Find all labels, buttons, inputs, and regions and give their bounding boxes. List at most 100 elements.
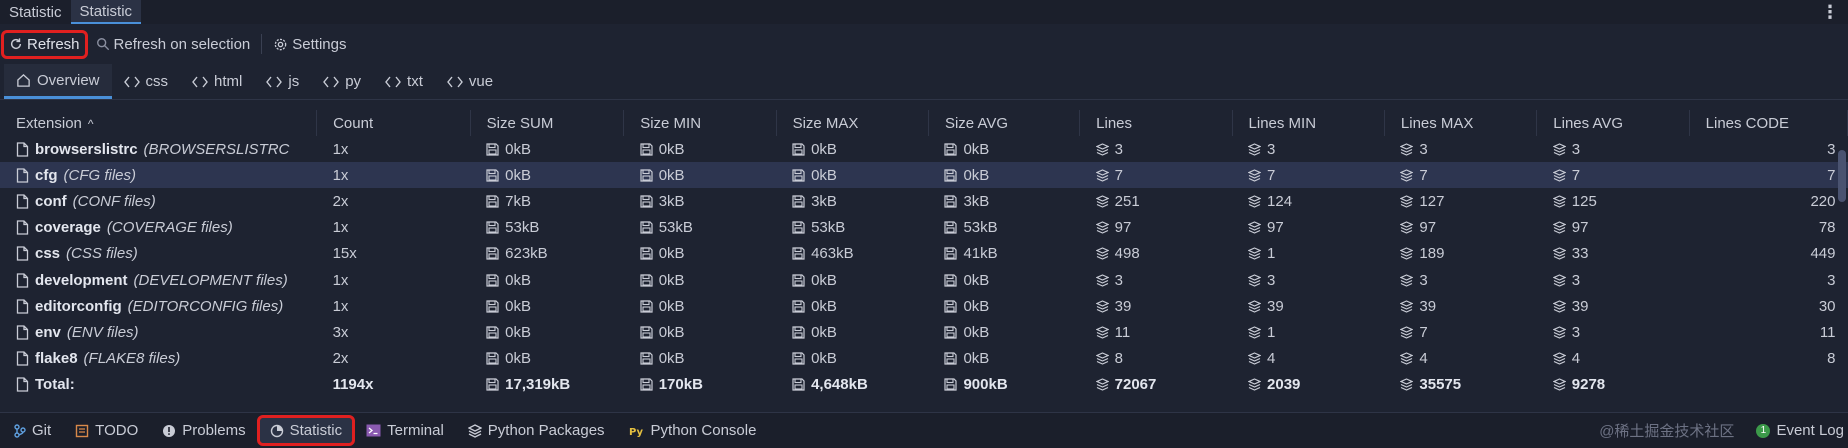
table-cell: 11 [1080,319,1232,345]
tab-html[interactable]: html [180,64,254,99]
tab-txt[interactable]: txt [373,64,435,99]
file-size-icon [486,169,499,182]
column-header-size-avg[interactable]: Size AVG [928,110,1081,136]
table-cell-count: 2x [332,350,349,368]
todo-label: TODO [95,422,139,439]
table-cell: 127 [1384,188,1536,214]
extension-name: development [35,271,128,289]
file-size-icon [792,326,805,339]
table-row[interactable]: editorconfig (EDITORCONFIG files) 1x 0kB 0kB… [0,293,1848,319]
table-cell: 498 [1080,241,1232,267]
file-size-icon [640,273,653,287]
refresh-button[interactable]: Refresh [1,29,88,59]
tab-label: Statistic [79,2,133,20]
code-icon [385,76,401,88]
tab-statistic-2[interactable]: Statistic [70,0,142,24]
file-size-icon [486,221,499,234]
table-cell: 3 [1080,267,1232,293]
table-row[interactable]: env (ENV files) 3x 0kB 0kB 0kB 0kB 11 1 7 3 11 [0,319,1848,345]
tab-statistic-1[interactable]: Statistic [0,0,71,24]
lines-icon [1095,195,1109,208]
python-packages-icon [467,423,482,438]
git-icon [14,423,26,438]
table-cell: 3 [1232,136,1384,162]
table-total-row: Total: 1194x 17,319kB 170kB 4,648kB 900kB 7206… [0,372,1848,398]
table-cell: 4 [1537,346,1689,372]
column-header-lines-min[interactable]: Lines MIN [1232,110,1385,136]
refresh-on-selection-button[interactable]: Refresh on selection [91,33,256,56]
tab-css[interactable]: css [112,64,181,99]
python-packages-tool-button[interactable]: Python Packages [458,418,615,443]
table-cell: 0kB [470,346,624,372]
lines-icon [1400,247,1414,261]
tab-vue[interactable]: vue [435,64,505,99]
lines-icon [1400,195,1414,208]
extension-description: (ENV files) [66,323,139,341]
column-header-lines[interactable]: Lines [1079,110,1233,136]
lines-icon [1552,169,1566,182]
statistic-tool-button[interactable]: Statistic [256,415,356,446]
lines-icon [1248,352,1262,365]
extension-name: conf [35,192,67,210]
table-cell-lines-code: 449 [1810,245,1836,263]
lines-icon [1095,273,1109,287]
tab-js[interactable]: js [254,64,311,99]
table-cell-count: 2x [332,192,349,210]
column-header-extension[interactable]: Extension ^ [0,110,318,136]
file-size-icon [792,221,805,234]
todo-tool-button[interactable]: TODO [65,418,148,443]
refresh-on-selection-label: Refresh on selection [113,35,251,53]
statistics-table: Extension ^ Count Size SUM Size MIN Size … [0,110,1848,398]
tool-window-header: Statistic Statistic ⋮ [0,0,1848,24]
python-console-tool-button[interactable]: Py Python Console [619,418,767,443]
table-cell: 8 [1080,346,1232,372]
extension-name: cfg [35,166,58,184]
lines-icon [1552,300,1566,313]
table-row[interactable]: flake8 (FLAKE8 files) 2x 0kB 0kB 0kB 0kB 8 4 4 4 8 [0,346,1848,372]
column-header-size-max[interactable]: Size MAX [776,110,929,136]
extension-description: (CONF files) [72,192,156,210]
column-header-count[interactable]: Count [316,110,471,136]
scrollbar-thumb[interactable] [1838,150,1846,202]
terminal-tool-button[interactable]: Terminal [356,418,454,443]
table-cell: 97 [1232,215,1384,241]
table-cell: 39 [1537,293,1689,319]
column-header-lines-avg[interactable]: Lines AVG [1536,110,1690,136]
tab-overview[interactable]: Overview [4,64,112,99]
table-cell: 3 [1537,319,1689,345]
lines-icon [1248,247,1262,261]
table-row[interactable]: browserslistrc (BROWSERSLISTRC 1x 0kB 0kB 0kB… [0,136,1848,162]
file-size-icon [792,247,805,260]
column-header-size-min[interactable]: Size MIN [623,110,777,136]
file-size-icon [640,169,653,182]
column-header-lines-code[interactable]: Lines CODE [1689,110,1848,136]
table-cell: 35575 [1384,372,1536,398]
table-cell: 3 [1232,267,1384,293]
table-row[interactable]: css (CSS files) 15x 623kB 0kB 463kB 41kB 498 1 18… [0,241,1848,267]
git-tool-button[interactable]: Git [4,418,61,443]
column-header-lines-max[interactable]: Lines MAX [1384,110,1538,136]
table-row[interactable]: cfg (CFG files) 1x 0kB 0kB 0kB 0kB 7 7 7 7 7 [0,162,1848,189]
refresh-label: Refresh [27,35,80,53]
column-header-size-sum[interactable]: Size SUM [470,110,625,136]
lines-icon [1400,300,1414,313]
extension-name: env [35,323,61,341]
table-cell: 0kB [470,319,624,345]
more-options-icon[interactable]: ⋮ [1818,0,1842,24]
problems-tool-button[interactable]: Problems [152,418,255,443]
table-row[interactable]: conf (CONF files) 2x 7kB 3kB 3kB 3kB 251 124 127 1… [0,188,1848,214]
table-row[interactable]: coverage (COVERAGE files) 1x 53kB 53kB 53kB 53… [0,215,1848,241]
file-size-icon [944,247,958,260]
code-icon [192,76,208,88]
table-row[interactable]: development (DEVELOPMENT files) 1x 0kB 0kB 0k… [0,267,1848,293]
lines-icon [1552,247,1566,261]
table-cell: 0kB [928,319,1079,345]
settings-button[interactable]: Settings [268,33,351,56]
extension-description: (FLAKE8 files) [83,350,181,368]
statistic-icon [270,424,284,438]
event-log-button[interactable]: 1 Event Log [1746,418,1848,443]
file-size-icon [944,300,958,313]
tab-py[interactable]: py [311,64,373,99]
table-cell: 3kB [776,188,928,214]
table-cell: 0kB [928,267,1079,293]
